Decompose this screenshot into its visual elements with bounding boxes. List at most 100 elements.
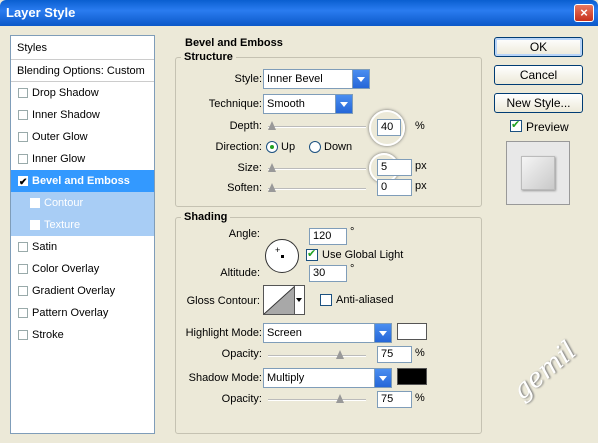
style-item-checkbox[interactable] (18, 264, 28, 274)
cancel-button[interactable]: Cancel (494, 65, 583, 85)
styles-header[interactable]: Styles (11, 36, 154, 60)
highlight-opacity-track (268, 355, 366, 357)
style-item-checkbox[interactable] (18, 110, 28, 120)
depth-slider-thumb[interactable] (268, 121, 276, 130)
soften-input[interactable]: 0 (377, 179, 412, 196)
style-item-checkbox[interactable] (18, 154, 28, 164)
anti-aliased-checkbox[interactable] (320, 294, 332, 306)
highlight-mode-select[interactable]: Screen (263, 323, 392, 343)
style-item-satin[interactable]: Satin (11, 236, 154, 258)
style-item-label: Pattern Overlay (32, 307, 109, 319)
depth-slider[interactable] (268, 121, 366, 131)
signature-watermark: gemil (506, 335, 583, 407)
close-icon[interactable]: × (574, 4, 594, 22)
style-item-gradient-overlay[interactable]: Gradient Overlay (11, 280, 154, 302)
highlight-opacity-slider[interactable] (268, 350, 366, 360)
size-input[interactable]: 5 (377, 159, 412, 176)
shadow-opacity-unit: % (415, 392, 425, 404)
shadow-mode-select[interactable]: Multiply (263, 368, 392, 388)
highlight-mode-value: Screen (267, 327, 302, 339)
highlight-color-swatch[interactable] (397, 323, 427, 340)
style-item-label: Inner Shadow (32, 109, 100, 121)
bevel-emboss-heading: Bevel and Emboss (185, 37, 283, 49)
depth-input[interactable]: 40 (377, 119, 401, 136)
style-item-bevel-and-emboss[interactable]: Bevel and Emboss (11, 170, 154, 194)
soften-unit: px (415, 180, 427, 192)
style-item-label: Drop Shadow (32, 87, 99, 99)
dialog-body: Styles Blending Options: Custom Drop Sha… (3, 26, 595, 440)
style-item-label: Contour (44, 197, 84, 209)
style-select-value: Inner Bevel (267, 73, 323, 85)
chevron-down-icon[interactable] (352, 70, 369, 88)
style-item-inner-glow[interactable]: Inner Glow (11, 148, 154, 170)
gloss-contour-picker[interactable] (263, 285, 305, 315)
size-unit: px (415, 160, 427, 172)
style-item-checkbox[interactable] (18, 172, 28, 194)
shadow-opacity-input[interactable]: 75 (377, 391, 412, 408)
highlight-opacity-thumb[interactable] (335, 350, 344, 359)
contour-curve-icon (263, 285, 296, 315)
new-style-button[interactable]: New Style... (494, 93, 583, 113)
style-item-checkbox[interactable] (18, 88, 28, 98)
style-item-checkbox[interactable] (30, 220, 40, 230)
style-item-checkbox[interactable] (18, 330, 28, 340)
angle-label: Angle: (228, 228, 260, 240)
style-item-drop-shadow[interactable]: Drop Shadow (11, 82, 154, 104)
ok-button[interactable]: OK (494, 37, 583, 57)
angle-input[interactable]: 120 (309, 228, 347, 245)
crosshair-icon: + (275, 245, 281, 255)
style-item-texture[interactable]: Texture (11, 214, 154, 236)
depth-slider-track (268, 126, 366, 128)
chevron-down-icon[interactable] (374, 369, 391, 387)
style-item-label: Outer Glow (32, 131, 88, 143)
size-slider[interactable] (268, 163, 366, 173)
style-item-color-overlay[interactable]: Color Overlay (11, 258, 154, 280)
technique-select[interactable]: Smooth (263, 94, 353, 114)
style-item-pattern-overlay[interactable]: Pattern Overlay (11, 302, 154, 324)
style-item-stroke[interactable]: Stroke (11, 324, 154, 346)
angle-unit: ° (350, 226, 355, 238)
preview-label[interactable]: Preview (526, 120, 569, 134)
technique-select-value: Smooth (267, 98, 305, 110)
style-preview (506, 141, 570, 205)
soften-slider-track (268, 188, 366, 190)
direction-up-label[interactable]: Up (281, 141, 295, 153)
shadow-opacity-slider[interactable] (268, 394, 366, 404)
direction-down-label[interactable]: Down (324, 141, 352, 153)
style-item-checkbox[interactable] (18, 242, 28, 252)
size-slider-thumb[interactable] (268, 163, 276, 172)
style-item-checkbox[interactable] (18, 308, 28, 318)
altitude-input[interactable]: 30 (309, 265, 347, 282)
style-item-checkbox[interactable] (18, 132, 28, 142)
style-item-label: Texture (44, 219, 81, 231)
preview-checkbox[interactable] (510, 118, 522, 132)
global-light-label[interactable]: Use Global Light (322, 249, 403, 261)
style-item-checkbox[interactable] (30, 198, 40, 208)
chevron-down-icon[interactable] (294, 286, 304, 314)
style-item-inner-shadow[interactable]: Inner Shadow (11, 104, 154, 126)
shadow-opacity-thumb[interactable] (335, 394, 344, 403)
style-item-outer-glow[interactable]: Outer Glow (11, 126, 154, 148)
style-item-checkbox[interactable] (18, 286, 28, 296)
bevel-emboss-panel: Bevel and Emboss Structure Style: Inner … (165, 35, 487, 434)
title-bar[interactable]: Layer Style × (0, 0, 598, 26)
depth-unit: % (415, 120, 425, 132)
depth-label: Depth: (229, 120, 262, 132)
soften-slider-thumb[interactable] (268, 183, 276, 192)
style-item-label: Bevel and Emboss (32, 175, 130, 187)
direction-down-radio[interactable] (309, 141, 321, 153)
soften-slider[interactable] (268, 183, 366, 193)
highlight-opacity-input[interactable]: 75 (377, 346, 412, 363)
angle-dial[interactable]: + (265, 239, 299, 273)
shadow-opacity-track (268, 399, 366, 401)
chevron-down-icon[interactable] (374, 324, 391, 342)
blending-options-item[interactable]: Blending Options: Custom (11, 60, 154, 82)
chevron-down-icon[interactable] (335, 95, 352, 113)
style-item-contour[interactable]: Contour (11, 192, 154, 214)
soften-label: Soften: (227, 182, 262, 194)
style-select[interactable]: Inner Bevel (263, 69, 370, 89)
global-light-checkbox[interactable] (306, 247, 318, 261)
shadow-color-swatch[interactable] (397, 368, 427, 385)
direction-up-radio[interactable] (266, 141, 278, 153)
anti-aliased-label[interactable]: Anti-aliased (336, 294, 393, 306)
